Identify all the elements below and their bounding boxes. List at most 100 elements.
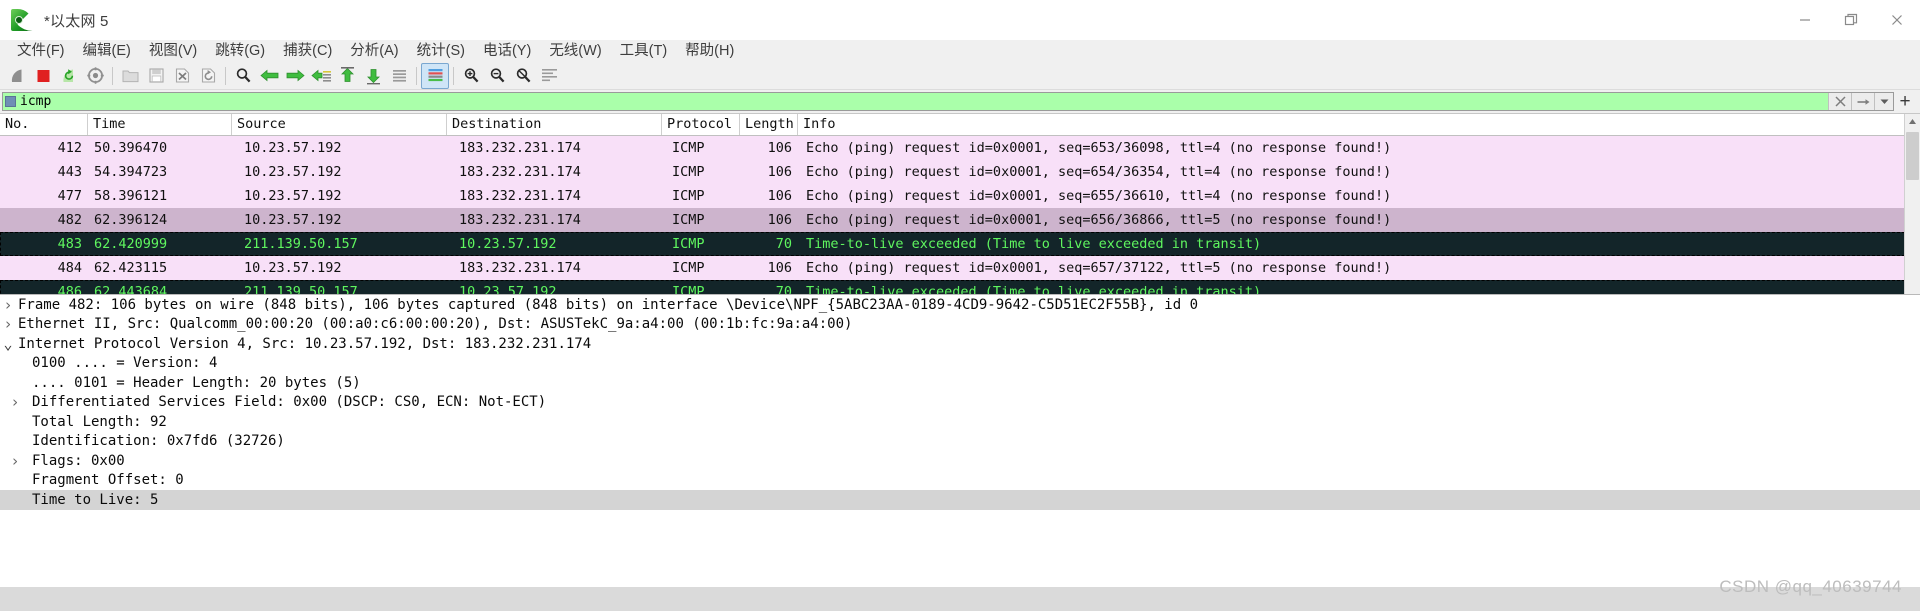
detail-label: Frame 482: 106 bytes on wire (848 bits),… [18, 296, 1199, 313]
filter-history-dropdown-icon[interactable] [1874, 93, 1893, 110]
menu-analyze[interactable]: 分析(A) [341, 40, 407, 62]
chevron-down-icon[interactable]: ⌄ [0, 336, 16, 351]
menu-help[interactable]: 帮助(H) [676, 40, 743, 62]
close-button[interactable] [1874, 0, 1920, 40]
cell-destination: 183.232.231.174 [459, 212, 581, 228]
scroll-up-arrow-icon[interactable] [1905, 114, 1920, 129]
add-filter-button[interactable]: + [1894, 91, 1916, 112]
cell-destination: 10.23.57.192 [459, 284, 557, 294]
table-row[interactable]: 477 58.396121 10.23.57.192 183.232.231.174 I… [0, 184, 1920, 208]
maximize-button[interactable] [1828, 0, 1874, 40]
menu-file[interactable]: 文件(F) [8, 40, 74, 62]
go-last-packet-icon[interactable] [360, 64, 386, 88]
packet-list-scrollbar[interactable] [1904, 114, 1920, 294]
cell-length: 106 [767, 212, 792, 228]
find-packet-icon[interactable] [230, 64, 256, 88]
start-capture-icon[interactable] [4, 64, 30, 88]
display-filter-input[interactable] [18, 93, 1828, 110]
detail-label: .... 0101 = Header Length: 20 bytes (5) [32, 374, 361, 391]
detail-ip-ttl[interactable]: Time to Live: 5 [0, 490, 1920, 510]
cell-destination: 183.232.231.174 [459, 260, 581, 276]
table-row[interactable]: 484 62.423115 10.23.57.192 183.232.231.174 I… [0, 256, 1920, 280]
go-to-packet-icon[interactable] [308, 64, 334, 88]
cell-time: 50.396470 [94, 140, 168, 156]
cell-info: Time-to-live exceeded (Time to live exce… [806, 284, 1262, 294]
auto-scroll-icon[interactable] [386, 64, 412, 88]
detail-ip-version[interactable]: 0100 .... = Version: 4 [0, 354, 1920, 374]
title-bar: *以太网 5 [0, 0, 1920, 40]
detail-label: Flags: 0x00 [32, 452, 125, 469]
menu-capture[interactable]: 捕获(C) [274, 40, 341, 62]
resize-columns-icon[interactable] [536, 64, 562, 88]
packet-details-pane[interactable]: › Frame 482: 106 bytes on wire (848 bits)… [0, 294, 1920, 611]
detail-ip-dsfield[interactable]: › Differentiated Services Field: 0x00 (DS… [0, 393, 1920, 413]
menu-view[interactable]: 视图(V) [140, 40, 206, 62]
cell-no: 484 [57, 260, 82, 276]
clear-filter-icon[interactable] [1828, 93, 1851, 110]
table-row[interactable]: 443 54.394723 10.23.57.192 183.232.231.174 I… [0, 160, 1920, 184]
column-header-info[interactable]: Info [798, 114, 1920, 135]
save-file-icon[interactable] [143, 64, 169, 88]
packet-list-body[interactable]: 412 50.396470 10.23.57.192 183.232.231.174 I… [0, 136, 1920, 294]
close-file-icon[interactable] [169, 64, 195, 88]
menu-telephony[interactable]: 电话(Y) [474, 40, 540, 62]
detail-frame[interactable]: › Frame 482: 106 bytes on wire (848 bits)… [0, 295, 1920, 315]
cell-info: Echo (ping) request id=0x0001, seq=654/3… [806, 164, 1392, 180]
go-first-packet-icon[interactable] [334, 64, 360, 88]
display-filter-bar: + [0, 90, 1920, 113]
cell-protocol: ICMP [672, 188, 705, 204]
colorize-icon[interactable] [421, 62, 449, 89]
column-header-source[interactable]: Source [232, 114, 447, 135]
restart-capture-icon[interactable] [56, 64, 82, 88]
detail-ipv4[interactable]: ⌄ Internet Protocol Version 4, Src: 10.23… [0, 334, 1920, 354]
chevron-right-icon[interactable]: › [0, 296, 16, 314]
detail-ip-fragment-offset[interactable]: Fragment Offset: 0 [0, 471, 1920, 491]
open-file-icon[interactable] [117, 64, 143, 88]
table-row[interactable]: 486 62.443684 211.139.50.157 10.23.57.192 IC… [0, 280, 1920, 294]
display-filter-container[interactable] [2, 92, 1894, 111]
chevron-right-icon[interactable]: › [0, 452, 30, 470]
table-row[interactable]: 483 62.420999 211.139.50.157 10.23.57.192 IC… [0, 232, 1920, 256]
zoom-in-icon[interactable] [458, 64, 484, 88]
cell-length: 106 [767, 260, 792, 276]
menu-wireless[interactable]: 无线(W) [540, 40, 610, 62]
column-header-length[interactable]: Length [740, 114, 798, 135]
detail-ip-flags[interactable]: › Flags: 0x00 [0, 451, 1920, 471]
apply-filter-icon[interactable] [1851, 93, 1874, 110]
cell-source: 10.23.57.192 [244, 212, 342, 228]
menu-statistics[interactable]: 统计(S) [408, 40, 474, 62]
detail-ip-header-length[interactable]: .... 0101 = Header Length: 20 bytes (5) [0, 373, 1920, 393]
detail-ethernet[interactable]: › Ethernet II, Src: Qualcomm_00:00:20 (00… [0, 315, 1920, 335]
stop-capture-icon[interactable] [30, 64, 56, 88]
detail-ip-identification[interactable]: Identification: 0x7fd6 (32726) [0, 432, 1920, 452]
cell-no: 412 [57, 140, 82, 156]
column-header-protocol[interactable]: Protocol [662, 114, 740, 135]
minimize-button[interactable] [1782, 0, 1828, 40]
chevron-right-icon[interactable]: › [0, 315, 16, 333]
toolbar-separator [112, 66, 113, 85]
reload-file-icon[interactable] [195, 64, 221, 88]
go-back-icon[interactable] [256, 64, 282, 88]
cell-destination: 10.23.57.192 [459, 236, 557, 252]
zoom-out-icon[interactable] [484, 64, 510, 88]
menu-tools[interactable]: 工具(T) [611, 40, 677, 62]
menu-edit[interactable]: 编辑(E) [74, 40, 140, 62]
filter-bookmark-icon[interactable] [3, 93, 18, 110]
go-forward-icon[interactable] [282, 64, 308, 88]
column-header-time[interactable]: Time [88, 114, 232, 135]
chevron-right-icon[interactable]: › [0, 393, 30, 411]
column-header-destination[interactable]: Destination [447, 114, 662, 135]
detail-label: Identification: 0x7fd6 (32726) [32, 433, 285, 450]
zoom-reset-icon[interactable] [510, 64, 536, 88]
main-toolbar [0, 62, 1920, 90]
table-row[interactable]: 412 50.396470 10.23.57.192 183.232.231.174 I… [0, 136, 1920, 160]
column-header-no[interactable]: No. [0, 114, 88, 135]
capture-options-icon[interactable] [82, 64, 108, 88]
scrollbar-thumb[interactable] [1906, 132, 1919, 180]
cell-no: 443 [57, 164, 82, 180]
table-row[interactable]: 482 62.396124 10.23.57.192 183.232.231.174 I… [0, 208, 1920, 232]
packet-list-header: No. Time Source Destination Protocol Len… [0, 114, 1920, 136]
detail-ip-total-length[interactable]: Total Length: 92 [0, 412, 1920, 432]
detail-label: Internet Protocol Version 4, Src: 10.23.… [18, 335, 592, 352]
menu-go[interactable]: 跳转(G) [206, 40, 274, 62]
